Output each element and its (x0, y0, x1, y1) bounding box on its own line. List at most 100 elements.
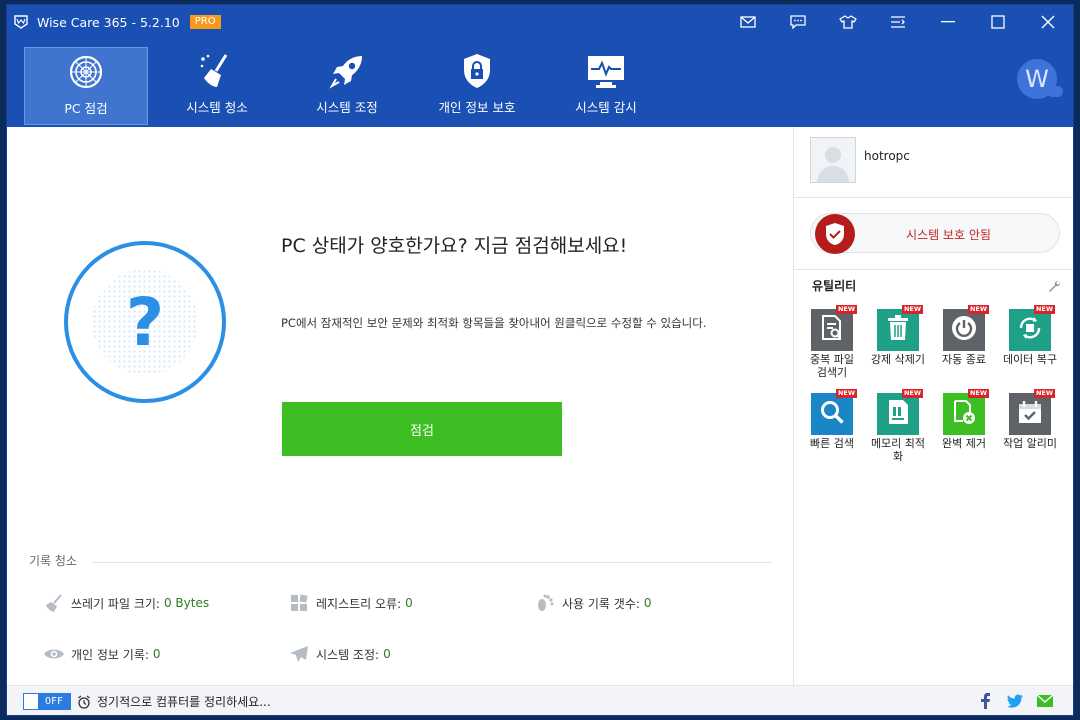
stat-value: 0 (152, 647, 161, 661)
app-title: Wise Care 365 - 5.2.10 (37, 14, 180, 30)
tab-system-clean[interactable]: 시스템 청소 (155, 47, 279, 125)
avatar-letter: W (1025, 65, 1049, 93)
util-auto-shutdown[interactable]: NEW 자동 종료 (936, 305, 992, 366)
util-label: 메모리 최적화 (870, 437, 926, 463)
new-badge: NEW (967, 305, 989, 314)
broom-icon (43, 593, 65, 613)
new-badge: NEW (835, 305, 857, 314)
wrench-icon[interactable] (1047, 279, 1061, 293)
memory-icon (886, 399, 910, 429)
main-nav: PC 점검 시스템 청소 시스템 조정 개인 정보 보호 시스템 감시 W (7, 39, 1073, 127)
minimize-icon[interactable] (923, 5, 973, 39)
util-tile: NEW (811, 305, 857, 351)
paper-plane-icon (288, 644, 310, 664)
new-badge: NEW (1033, 389, 1055, 398)
nav-label: 시스템 청소 (186, 100, 248, 115)
registry-icon (288, 593, 310, 613)
nav-label: PC 점검 (64, 101, 108, 116)
divider (794, 269, 1073, 270)
stat-value: 0 (405, 596, 413, 610)
new-badge: NEW (835, 389, 857, 398)
tab-system-tune[interactable]: 시스템 조정 (285, 47, 409, 125)
eye-icon (43, 644, 65, 664)
util-tile: NEW (943, 389, 989, 435)
facebook-icon[interactable] (977, 692, 993, 710)
stat-label: 시스템 조정: (316, 647, 380, 662)
util-force-delete[interactable]: NEW 강제 삭제기 (870, 305, 926, 366)
history-section-title: 기록 청소 (29, 554, 77, 568)
uninstall-icon (951, 399, 977, 429)
util-label: 완벽 제거 (942, 437, 986, 450)
footprint-icon (534, 593, 556, 613)
rocket-icon (329, 47, 365, 93)
mail-icon[interactable] (723, 5, 773, 39)
toggle-knob (24, 694, 38, 709)
stat-value: 0 Bytes (163, 596, 210, 610)
utilities-title: 유틸리티 (812, 279, 857, 293)
tab-pc-check[interactable]: PC 점검 (24, 47, 148, 125)
new-badge: NEW (1033, 305, 1055, 314)
recover-icon (1017, 315, 1043, 345)
stat-system-tune: 시스템 조정: 0 (288, 644, 391, 664)
divider (794, 197, 1073, 198)
pro-badge: PRO (189, 15, 221, 29)
skin-shirt-icon[interactable] (823, 5, 873, 39)
stat-label: 사용 기록 갯수: (562, 596, 640, 611)
reminder-text: 정기적으로 컴퓨터를 정리하세요... (97, 695, 271, 709)
util-fast-search[interactable]: NEW 빠른 검색 (804, 389, 860, 450)
stat-label: 개인 정보 기록: (71, 647, 149, 662)
util-data-recovery[interactable]: NEW 데이터 복구 (1002, 305, 1058, 366)
stat-label: 레지스트리 오류: (316, 596, 402, 611)
stat-privacy-records: 개인 정보 기록: 0 (43, 644, 161, 664)
monitor-pulse-icon (587, 47, 625, 93)
util-tile: NEW (1009, 305, 1055, 351)
util-tile: NEW (877, 389, 923, 435)
pc-status-indicator: ? (64, 241, 226, 403)
util-label: 데이터 복구 (1002, 353, 1058, 366)
file-search-icon (820, 315, 844, 345)
stat-value: 0 (643, 596, 652, 610)
shield-icon (815, 214, 855, 254)
close-icon[interactable] (1023, 5, 1073, 39)
title-bar[interactable]: Wise Care 365 - 5.2.10 PRO (7, 5, 1073, 39)
username: hotropc (864, 149, 910, 163)
util-label: 자동 종료 (942, 353, 986, 366)
tab-system-monitor[interactable]: 시스템 감시 (544, 47, 668, 125)
util-task-reminder[interactable]: NEW 작업 알리미 (1002, 389, 1058, 450)
feedback-icon[interactable] (773, 5, 823, 39)
util-duplicate-finder[interactable]: NEW 중복 파일 검색기 (804, 305, 860, 379)
alarm-clock-icon (77, 695, 91, 709)
app-window: Wise Care 365 - 5.2.10 PRO PC 점검 시스템 청소 … (6, 4, 1074, 716)
protection-status-button[interactable]: 시스템 보호 안됨 (810, 213, 1060, 254)
wise-account-avatar[interactable]: W (1017, 59, 1063, 99)
util-complete-uninstall[interactable]: NEW 완벽 제거 (936, 389, 992, 450)
scan-button[interactable]: 점검 (282, 402, 562, 456)
email-share-icon[interactable] (1037, 692, 1053, 710)
util-memory-optimizer[interactable]: NEW 메모리 최적화 (870, 389, 926, 463)
util-tile: NEW (877, 305, 923, 351)
maximize-icon[interactable] (973, 5, 1023, 39)
section-divider (92, 562, 772, 563)
cloud-icon (1047, 86, 1063, 97)
lock-shield-icon (462, 47, 492, 93)
menu-icon[interactable] (873, 5, 923, 39)
tab-privacy[interactable]: 개인 정보 보호 (415, 47, 539, 125)
main-panel: ? PC 상태가 양호한가요? 지금 점검해보세요! PC에서 잠재적인 보안 … (7, 127, 793, 685)
auto-clean-toggle[interactable]: OFF (23, 693, 71, 710)
trash-icon (887, 315, 909, 345)
stat-registry-errors: 레지스트리 오류: 0 (288, 593, 413, 613)
radar-icon (68, 48, 104, 94)
util-label: 중복 파일 검색기 (810, 353, 854, 379)
magnifier-icon (819, 399, 845, 429)
profile-avatar[interactable] (810, 137, 856, 183)
stat-usage-records: 사용 기록 갯수: 0 (534, 593, 652, 613)
twitter-icon[interactable] (1007, 692, 1023, 710)
nav-label: 시스템 감시 (575, 100, 637, 115)
stat-junk-files: 쓰레기 파일 크기: 0 Bytes (43, 593, 209, 613)
util-tile: NEW (811, 389, 857, 435)
new-badge: NEW (967, 389, 989, 398)
nav-label: 시스템 조정 (316, 100, 378, 115)
new-badge: NEW (901, 389, 923, 398)
util-tile: NEW (943, 305, 989, 351)
util-label: 빠른 검색 (810, 437, 854, 450)
